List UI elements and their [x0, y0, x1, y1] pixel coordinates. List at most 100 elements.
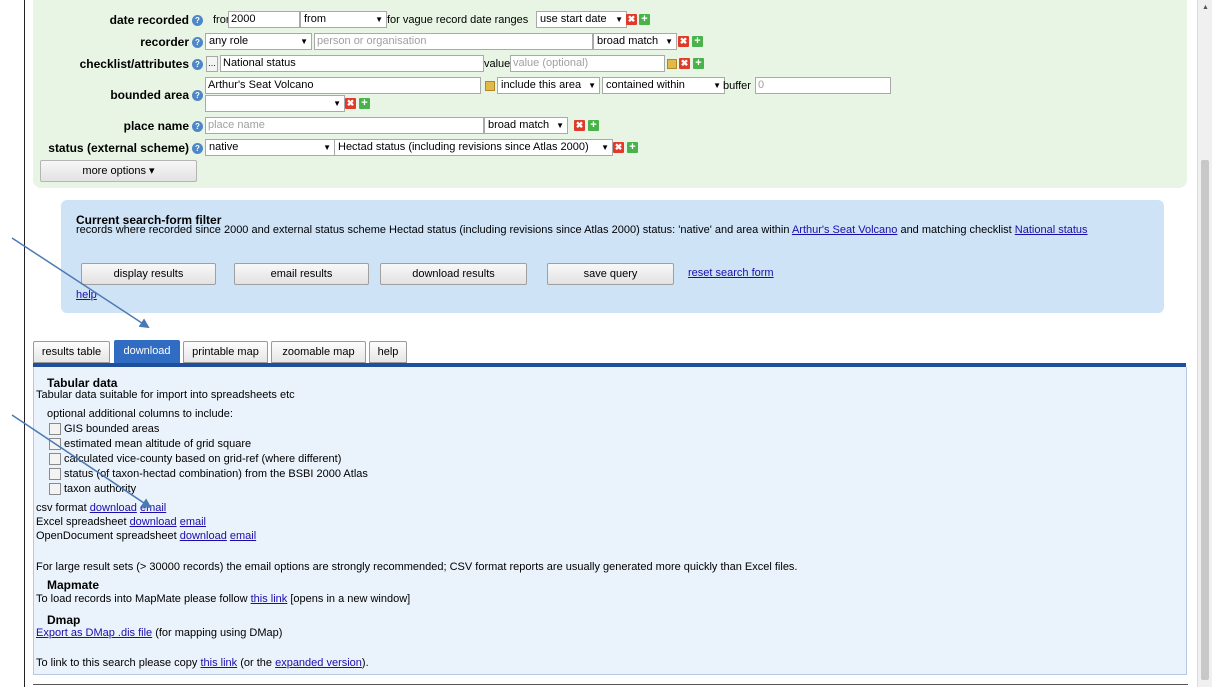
altitude-checkbox[interactable] [49, 438, 61, 450]
chevron-down-icon: ▼ [601, 143, 609, 152]
permalink-link[interactable]: this link [200, 657, 237, 669]
option-label: calculated vice-county based on grid-ref… [64, 453, 342, 465]
excel-download-link[interactable]: download [130, 516, 177, 528]
chevron-down-icon: ▼ [556, 121, 564, 130]
place-name-row: place name? place name broad match ▼ ✖ + [33, 117, 1187, 135]
download-results-button[interactable]: download results [380, 263, 527, 285]
add-row-icon[interactable]: + [639, 14, 650, 25]
chevron-down-icon: ▼ [300, 37, 308, 46]
help-icon[interactable]: ? [192, 59, 203, 71]
scroll-up-icon[interactable]: ▲ [1202, 4, 1209, 11]
option-label: estimated mean altitude of grid square [64, 438, 252, 450]
chevron-down-icon: ▼ [665, 37, 673, 46]
mapmate-text: To load records into MapMate please foll… [36, 593, 411, 605]
display-results-button[interactable]: display results [81, 263, 216, 285]
add-row-icon[interactable]: + [692, 36, 703, 47]
add-row-icon[interactable]: + [693, 58, 704, 69]
add-row-icon[interactable]: + [627, 142, 638, 153]
place-match-select[interactable]: broad match ▼ [484, 117, 568, 134]
checklist-label: checklist/attributes? [33, 55, 203, 73]
remove-row-icon[interactable]: ✖ [626, 14, 637, 25]
mapmate-heading: Mapmate [47, 578, 100, 592]
tab-zoomable-map[interactable]: zoomable map [271, 341, 366, 363]
tab-results-table[interactable]: results table [33, 341, 110, 363]
remove-row-icon[interactable]: ✖ [679, 58, 690, 69]
vague-date-text: for vague record date ranges [387, 14, 529, 26]
area-link[interactable]: Arthur's Seat Volcano [792, 224, 897, 236]
vertical-scrollbar[interactable]: ▲ [1197, 0, 1212, 687]
vice-county-checkbox[interactable] [49, 453, 61, 465]
filter-description: records where recorded since 2000 and ex… [76, 224, 1088, 236]
remove-row-icon[interactable]: ✖ [574, 120, 585, 131]
help-icon[interactable]: ? [192, 15, 203, 27]
dmap-export-link[interactable]: Export as DMap .dis file [36, 627, 152, 639]
option-label: status (of taxon-hectad combination) fro… [64, 468, 368, 480]
checklist-input[interactable]: National status [220, 55, 484, 72]
large-results-note: For large result sets (> 30000 records) … [36, 561, 798, 573]
bounded-area-extra-select[interactable]: ▼ [205, 95, 345, 112]
email-results-button[interactable]: email results [234, 263, 369, 285]
opendocument-format-row: OpenDocument spreadsheet download email [36, 530, 257, 542]
option-label: taxon authority [64, 483, 137, 495]
bounded-area-row: bounded area? Arthur's Seat Volcano incl… [33, 77, 1187, 112]
atlas-status-checkbox[interactable] [49, 468, 61, 480]
help-icon[interactable]: ? [192, 143, 203, 155]
chevron-down-icon: ▼ [713, 81, 721, 90]
help-icon[interactable]: ? [192, 90, 203, 102]
recorder-person-input[interactable]: person or organisation [314, 33, 593, 50]
checklist-browse-button[interactable]: ... [206, 56, 218, 72]
expanded-version-link[interactable]: expanded version [275, 657, 362, 669]
chevron-down-icon: ▼ [375, 15, 383, 24]
date-year-input[interactable]: 2000 [228, 11, 300, 28]
help-icon[interactable]: ? [192, 121, 203, 133]
status-label: status (external scheme)? [33, 139, 203, 157]
chevron-down-icon: ▼ [588, 81, 596, 90]
more-options-button[interactable]: more options ▾ [40, 160, 197, 182]
excel-email-link[interactable]: email [180, 516, 206, 528]
excel-format-row: Excel spreadsheet download email [36, 516, 207, 528]
add-row-icon[interactable]: + [588, 120, 599, 131]
help-icon[interactable]: ? [192, 37, 203, 49]
recorder-match-select[interactable]: broad match ▼ [593, 33, 677, 50]
buffer-label: buffer [723, 80, 751, 92]
remove-row-icon[interactable]: ✖ [678, 36, 689, 47]
mapmate-link[interactable]: this link [251, 593, 288, 605]
remove-row-icon[interactable]: ✖ [613, 142, 624, 153]
save-query-button[interactable]: save query [547, 263, 674, 285]
permalink-text: To link to this search please copy this … [36, 657, 369, 669]
csv-download-link[interactable]: download [90, 502, 137, 514]
tab-printable-map[interactable]: printable map [183, 341, 268, 363]
ods-email-link[interactable]: email [230, 530, 256, 542]
tab-help[interactable]: help [369, 341, 407, 363]
tabular-description: Tabular data suitable for import into sp… [36, 389, 295, 401]
checklist-value-input[interactable]: value (optional) [510, 55, 665, 72]
reset-search-form-link[interactable]: reset search form [688, 267, 774, 279]
date-recorded-row: date recorded? from 2000 from ▼ for vague… [33, 11, 1187, 29]
bounded-area-input[interactable]: Arthur's Seat Volcano [205, 77, 481, 94]
scrollbar-thumb[interactable] [1201, 160, 1209, 680]
csv-format-row: csv format download email [36, 502, 167, 514]
buffer-input[interactable]: 0 [755, 77, 891, 94]
tab-download[interactable]: download [114, 340, 180, 364]
status-scheme-select[interactable]: Hectad status (including revisions since… [334, 139, 613, 156]
remove-row-icon[interactable]: ✖ [345, 98, 356, 109]
gis-bounded-areas-checkbox[interactable] [49, 423, 61, 435]
place-name-label: place name? [33, 117, 203, 135]
date-mode-select[interactable]: from ▼ [300, 11, 387, 28]
checklist-link[interactable]: National status [1015, 224, 1088, 236]
recorder-label: recorder? [33, 33, 203, 51]
taxon-authority-checkbox[interactable] [49, 483, 61, 495]
recorder-role-select[interactable]: any role ▼ [205, 33, 312, 50]
ods-download-link[interactable]: download [180, 530, 227, 542]
vague-date-select[interactable]: use start date ▼ [536, 11, 627, 28]
tabular-heading: Tabular data [47, 376, 118, 390]
include-area-select[interactable]: include this area ▼ [497, 77, 600, 94]
contained-within-select[interactable]: contained within ▼ [602, 77, 725, 94]
dmap-text: Export as DMap .dis file (for mapping us… [36, 627, 283, 639]
status-value-select[interactable]: native ▼ [205, 139, 335, 156]
place-name-input[interactable]: place name [205, 117, 484, 134]
help-link[interactable]: help [76, 289, 97, 301]
chevron-down-icon: ▼ [333, 99, 341, 108]
add-row-icon[interactable]: + [359, 98, 370, 109]
csv-email-link[interactable]: email [140, 502, 166, 514]
